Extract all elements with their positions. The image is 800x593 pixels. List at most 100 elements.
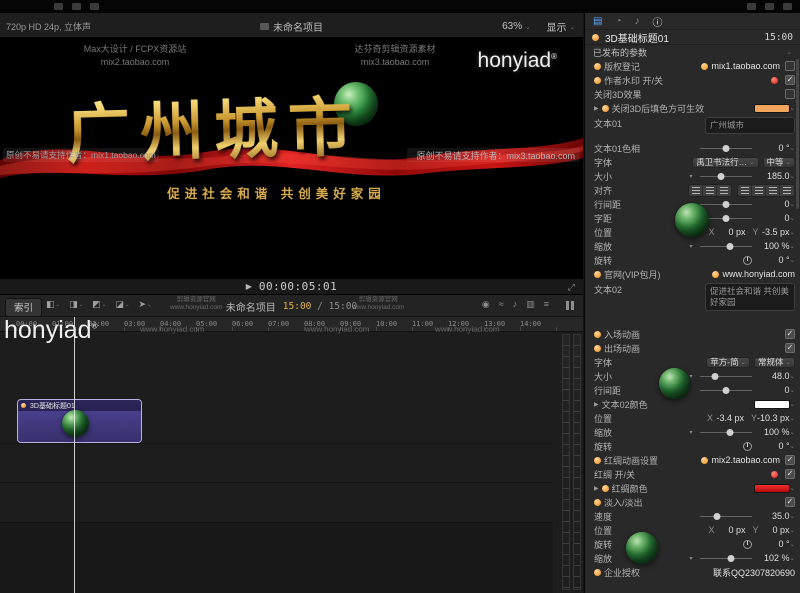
ribbon-switch-checkbox[interactable]: ✓: [785, 469, 795, 479]
font-style-dropdown[interactable]: 常规体 ⌄: [754, 356, 795, 368]
author-wat ermark-checkbox[interactable]: ✓: [785, 75, 795, 85]
tool-select-menu[interactable]: ➤ ⌄: [139, 299, 152, 310]
lane-separator: [0, 482, 553, 483]
size-slider[interactable]: [699, 172, 752, 180]
anim-out-checkbox[interactable]: ✓: [785, 343, 795, 353]
position-y-field[interactable]: 0 px: [759, 525, 790, 535]
param-row-fade: 淡入/淡出 ✓: [585, 495, 800, 509]
audio-meter-left: [562, 334, 570, 590]
anim-in-checkbox[interactable]: ✓: [785, 329, 795, 339]
chevron-down-icon[interactable]: ⌄: [787, 48, 792, 56]
param-row-fill-color: ▶ 关闭3D后填色方可生效 ⌄: [594, 103, 795, 114]
justify-right-button[interactable]: [766, 184, 780, 196]
font-family-dropdown[interactable]: 禹卫书法行… ⌄: [692, 156, 759, 168]
position-y-field[interactable]: -3.5 px: [759, 227, 790, 237]
ribbon-color-swatch[interactable]: [753, 483, 790, 493]
justify-group: [737, 183, 795, 197]
rotation-dial[interactable]: [742, 255, 752, 265]
scale-slider[interactable]: [699, 428, 752, 436]
color-inspector-tab[interactable]: ◔: [615, 16, 621, 27]
justify-center-button[interactable]: [752, 184, 766, 196]
info-inspector-tab[interactable]: ⓘ: [653, 14, 663, 29]
red-dot-icon: [771, 470, 778, 478]
copyright-checkbox[interactable]: [785, 61, 795, 71]
param-row-font01: 字体 禹卫书法行… ⌄ 中等 ⌄: [585, 155, 800, 169]
connect-clip-icon: ◧: [46, 299, 55, 309]
zoom-menu[interactable]: 63% ⌄: [502, 19, 530, 34]
transport-bar: ▶ 00:00:05:01 ⤢: [0, 278, 583, 295]
line-spacing-slider[interactable]: [699, 386, 752, 394]
view-menu[interactable]: 显示 ⌄: [547, 19, 575, 34]
disclosure-icon[interactable]: ▶: [594, 105, 599, 112]
justify-left-button[interactable]: [738, 184, 752, 196]
share-icon[interactable]: [765, 3, 774, 10]
align-right-button[interactable]: [717, 184, 731, 196]
rotation-dial[interactable]: [742, 441, 752, 451]
disclosure-icon[interactable]: ▶: [594, 485, 599, 492]
timeline-tracks[interactable]: honyiad® www.honyiad.com www.honyiad.com…: [0, 316, 583, 593]
fill-color-swatch[interactable]: [753, 103, 790, 113]
font-family-dropdown[interactable]: 苹方-简 ⌄: [706, 356, 751, 368]
align-left-button[interactable]: [689, 184, 703, 196]
param-row-text02: 文本02 促进社会和谐 共创美好家园: [585, 281, 800, 315]
position-x-field[interactable]: 0 px: [715, 525, 746, 535]
inspector-scrollbar[interactable]: [796, 59, 799, 209]
clip-appearance-icon[interactable]: ≡: [544, 299, 549, 310]
browser-toggle-icon[interactable]: [54, 3, 63, 10]
text01-input[interactable]: 广州城市: [705, 117, 795, 135]
snapping-icon[interactable]: ▥: [526, 299, 535, 310]
sphere-watermark: [626, 532, 658, 564]
font-style-dropdown[interactable]: 中等 ⌄: [762, 156, 795, 168]
size-slider[interactable]: [699, 372, 752, 380]
justify-full-button[interactable]: [780, 184, 794, 196]
insert-clip-button[interactable]: ◨ ⌄: [69, 299, 83, 310]
solo-icon[interactable]: ♪: [513, 299, 518, 310]
disclosure-icon[interactable]: ▶: [594, 401, 599, 408]
overwrite-clip-button[interactable]: ◪ ⌄: [115, 299, 129, 310]
effects-browser-icon[interactable]: [747, 3, 756, 10]
published-icon: [594, 456, 601, 464]
speed-slider[interactable]: [699, 512, 752, 520]
hue-slider[interactable]: [699, 144, 752, 152]
published-icon: [594, 330, 601, 338]
position-x-field[interactable]: 0 px: [715, 227, 746, 237]
line-spacing-slider[interactable]: [699, 200, 752, 208]
position-x-field[interactable]: -3.4 px: [713, 413, 744, 423]
append-clip-button[interactable]: ◩ ⌄: [92, 299, 106, 310]
playhead[interactable]: [74, 317, 75, 593]
ribbon-anim-checkbox[interactable]: ✓: [785, 455, 795, 465]
inspector-toggle-icon[interactable]: [783, 3, 792, 10]
chevron-down-icon: ⌄: [569, 23, 575, 31]
audio-meters: [555, 334, 581, 590]
keyword-editor-icon[interactable]: [72, 3, 81, 10]
text02-color-swatch[interactable]: [753, 399, 790, 409]
audio-inspector-tab[interactable]: ♪: [635, 16, 640, 27]
toolbar-watermark: 剪辑资源官网 www.honyiad.com: [352, 296, 405, 311]
audio-meters-toggle[interactable]: [566, 301, 574, 310]
viewer-toolbar: 720p HD 24p, 立体声 未命名项目 63% ⌄ 显示 ⌄: [0, 13, 583, 38]
registered-mark: ®: [91, 321, 98, 331]
connect-clip-button[interactable]: ◧ ⌄: [46, 299, 60, 310]
video-inspector-tab[interactable]: ▤: [593, 16, 602, 27]
disable-3d-checkbox[interactable]: [785, 89, 795, 99]
lane-separator: [0, 443, 553, 444]
fade-checkbox[interactable]: ✓: [785, 497, 795, 507]
position-y-field[interactable]: -10.3 px: [757, 413, 790, 423]
keyframe-icon: ▾: [689, 173, 693, 180]
fullscreen-icon[interactable]: ⤢: [568, 282, 575, 293]
index-button[interactable]: 索引: [5, 298, 43, 317]
text02-input[interactable]: 促进社会和谐 共创美好家园: [705, 283, 795, 312]
scale-slider[interactable]: [699, 554, 752, 562]
background-tasks-icon[interactable]: [90, 3, 99, 10]
play-icon[interactable]: ▶: [246, 282, 252, 291]
inspector-panel: ▤ ◔ ♪ ⓘ 3D基础标题01 15:00 已发布的参数 ⌄ 版权登记 mix…: [584, 13, 800, 593]
rotation-dial[interactable]: [742, 539, 752, 549]
keyframe-icon: ▾: [689, 373, 693, 380]
align-center-button[interactable]: [703, 184, 717, 196]
skimming-icon[interactable]: ◉: [482, 299, 490, 310]
param-row-scale02: 缩放 ▾ 100 % ⌄: [594, 427, 795, 438]
registered-mark: ®: [551, 52, 557, 61]
scale-slider[interactable]: [699, 242, 752, 250]
audio-skimming-icon[interactable]: ≈: [499, 299, 504, 310]
title-clip[interactable]: 3D基础标题01: [18, 400, 141, 442]
